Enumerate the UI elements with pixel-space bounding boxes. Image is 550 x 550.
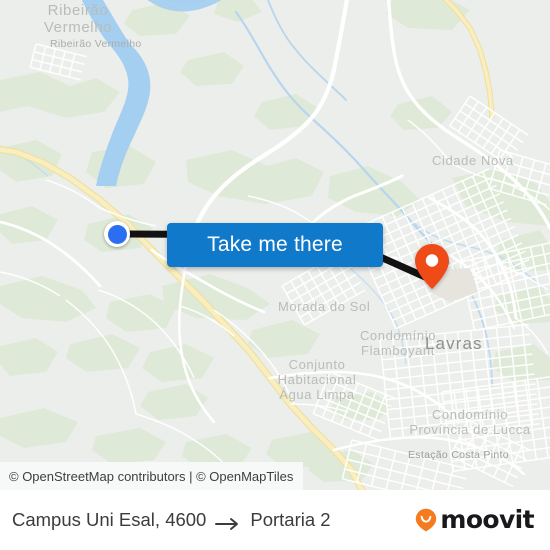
moovit-pin-icon — [415, 508, 437, 532]
origin-marker-dot — [107, 224, 127, 244]
map-pin-icon — [415, 244, 449, 289]
moovit-logo: moovit — [415, 504, 535, 534]
map-attribution-text: © OpenStreetMap contributors | © OpenMap… — [9, 468, 294, 484]
map-canvas[interactable]: Ribeirão Vermelho Ribeirão Vermelho Cidad… — [0, 0, 550, 490]
take-me-there-label: Take me there — [207, 233, 343, 256]
route-origin-label: Campus Uni Esal, 4600 — [12, 509, 207, 530]
map-attribution[interactable]: © OpenStreetMap contributors | © OpenMap… — [0, 462, 304, 490]
footer-bar: Campus Uni Esal, 4600 Portaria 2 moovit — [0, 490, 550, 550]
route-destination-label: Portaria 2 — [250, 509, 331, 530]
origin-marker[interactable] — [104, 221, 130, 247]
arrow-right-icon — [215, 514, 241, 530]
destination-marker[interactable] — [414, 243, 450, 291]
screenshot-root: Ribeirão Vermelho Ribeirão Vermelho Cidad… — [0, 0, 550, 550]
take-me-there-button[interactable]: Take me there — [167, 223, 383, 267]
route-summary: Campus Uni Esal, 4600 Portaria 2 — [12, 509, 331, 531]
moovit-wordmark: moovit — [440, 504, 534, 534]
